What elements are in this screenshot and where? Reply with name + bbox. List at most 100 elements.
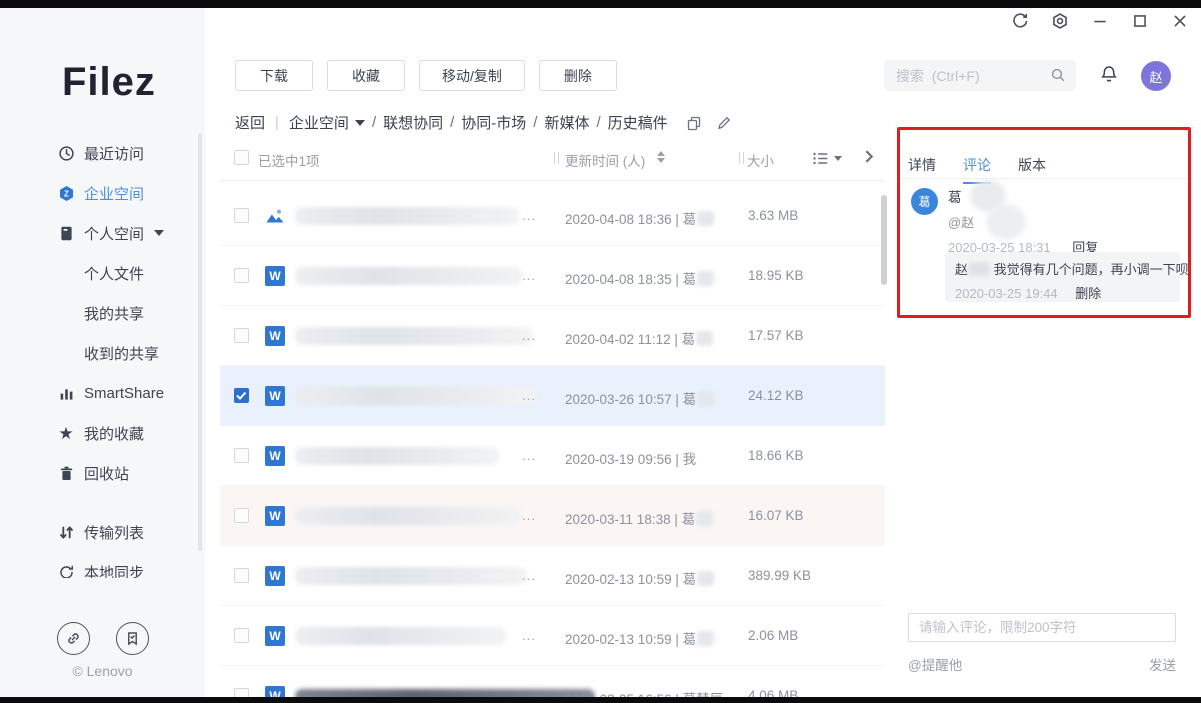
minimize-icon[interactable] bbox=[1091, 12, 1109, 30]
sidebar-item-9[interactable]: 回收站 bbox=[0, 453, 205, 493]
file-list: ...2020-04-08 18:36 | 葛3.63 MBW...2020-0… bbox=[220, 186, 885, 697]
redacted-user-name bbox=[697, 571, 714, 586]
row-checkbox[interactable] bbox=[234, 208, 249, 223]
column-resize-handle[interactable] bbox=[739, 152, 744, 164]
column-header-size[interactable]: 大小 bbox=[747, 150, 774, 170]
sidebar-item-5[interactable]: 我的共享 bbox=[0, 293, 205, 333]
comment-input[interactable] bbox=[908, 613, 1176, 642]
back-link[interactable]: 返回 bbox=[235, 112, 265, 133]
favorite-button[interactable]: 收藏 bbox=[327, 60, 405, 91]
file-row-7[interactable]: W...2020-02-13 10:59 | 葛389.99 KB bbox=[220, 546, 885, 606]
redacted-user-name bbox=[696, 511, 713, 526]
sidebar-item-3[interactable]: 个人空间 bbox=[0, 213, 205, 253]
file-name-ellipsis: ... bbox=[522, 268, 536, 283]
file-name-ellipsis: ... bbox=[522, 448, 536, 463]
mention-someone-button[interactable]: @提醒他 bbox=[908, 654, 962, 674]
sidebar-item-label: 个人文件 bbox=[84, 263, 144, 284]
comment-item: 葛 葛 @赵 2020-03-25 18:31 回复 bbox=[911, 186, 1181, 256]
word-file-icon: W bbox=[265, 386, 285, 406]
sidebar-item-1[interactable]: 最近访问 bbox=[0, 133, 205, 173]
breadcrumb-item-2[interactable]: 协同-市场 bbox=[461, 112, 526, 133]
row-checkbox[interactable] bbox=[234, 268, 249, 283]
move-copy-button[interactable]: 移动/复制 bbox=[419, 60, 525, 91]
share-link-button[interactable] bbox=[57, 622, 90, 655]
file-row-3[interactable]: W...2020-04-02 11:12 | 葛17.57 KB bbox=[220, 306, 885, 366]
send-comment-button[interactable]: 发送 bbox=[1149, 654, 1176, 674]
window-top-border bbox=[0, 0, 1201, 8]
chevron-down-icon[interactable] bbox=[355, 120, 365, 126]
row-checkbox[interactable] bbox=[234, 328, 249, 343]
breadcrumb-item-1[interactable]: 联想协同 bbox=[383, 112, 443, 133]
sidebar-scrollbar[interactable] bbox=[198, 133, 202, 551]
select-all-checkbox[interactable] bbox=[234, 150, 249, 165]
close-icon[interactable] bbox=[1171, 12, 1189, 30]
sidebar-item-7[interactable]: SmartShare bbox=[0, 373, 205, 413]
search-input[interactable] bbox=[884, 60, 1076, 91]
sidebar-item-4[interactable]: 个人文件 bbox=[0, 253, 205, 293]
redacted-file-name bbox=[295, 207, 520, 225]
settings-icon[interactable] bbox=[1051, 12, 1069, 30]
delete-comment-button[interactable]: 删除 bbox=[1075, 286, 1101, 301]
sidebar-item-2[interactable]: Z企业空间 bbox=[0, 173, 205, 213]
redacted-file-name bbox=[295, 689, 595, 697]
clock-icon bbox=[56, 143, 76, 163]
file-row-8[interactable]: W...2020-02-13 10:59 | 葛2.06 MB bbox=[220, 606, 885, 666]
maximize-icon[interactable] bbox=[1131, 12, 1149, 30]
notebook-icon bbox=[56, 223, 76, 243]
sort-toggle[interactable] bbox=[657, 151, 665, 163]
download-button[interactable]: 下载 bbox=[235, 60, 313, 91]
row-checkbox[interactable] bbox=[234, 688, 249, 697]
reply-text: 我觉得有几个问题，再小调一下呗 bbox=[994, 262, 1189, 277]
row-checkbox[interactable] bbox=[234, 388, 249, 403]
word-file-icon: W bbox=[265, 326, 285, 346]
sidebar-item-11[interactable]: 本地同步 bbox=[0, 552, 205, 578]
column-resize-handle[interactable] bbox=[554, 152, 559, 164]
row-checkbox[interactable] bbox=[234, 568, 249, 583]
copy-path-icon[interactable] bbox=[686, 115, 702, 131]
word-file-icon: W bbox=[265, 566, 285, 586]
row-file-size: 389.99 KB bbox=[748, 568, 811, 583]
trash-icon bbox=[56, 463, 76, 483]
chevron-down-icon[interactable] bbox=[154, 230, 164, 236]
tab-versions[interactable]: 版本 bbox=[1018, 155, 1046, 184]
collapse-panel-button[interactable] bbox=[860, 148, 877, 168]
row-checkbox[interactable] bbox=[234, 508, 249, 523]
window-bottom-border bbox=[0, 697, 1201, 703]
sidebar-item-8[interactable]: ★我的收藏 bbox=[0, 413, 205, 453]
refresh-icon[interactable] bbox=[1011, 12, 1029, 30]
comment-mention[interactable]: @赵 bbox=[948, 212, 1181, 231]
reply-mention: 赵 bbox=[955, 262, 968, 277]
tab-details[interactable]: 详情 bbox=[908, 155, 936, 184]
sidebar-item-10[interactable]: 传输列表 bbox=[0, 512, 205, 552]
file-row-2[interactable]: W...2020-04-08 18:35 | 葛18.95 KB bbox=[220, 246, 885, 306]
breadcrumb-root[interactable]: 企业空间 bbox=[289, 112, 349, 133]
row-updated-time: 2020-04-08 18:35 | 葛 bbox=[565, 268, 714, 288]
breadcrumb-item-3[interactable]: 新媒体 bbox=[544, 112, 589, 133]
breadcrumb-item-4[interactable]: 历史稿件 bbox=[608, 112, 668, 133]
file-row-1[interactable]: ...2020-04-08 18:36 | 葛3.63 MB bbox=[220, 186, 885, 246]
row-checkbox[interactable] bbox=[234, 448, 249, 463]
delete-button[interactable]: 删除 bbox=[539, 60, 617, 91]
file-row-4[interactable]: W...2020-03-26 10:57 | 葛24.12 KB bbox=[220, 366, 885, 426]
word-file-icon: W bbox=[265, 686, 285, 697]
breadcrumb-divider: | bbox=[275, 114, 279, 131]
column-header-updated[interactable]: 更新时间 (人) bbox=[565, 150, 645, 170]
star-icon: ★ bbox=[56, 423, 76, 443]
file-row-9[interactable]: W2020-02-05 16:56 | 葛慧辰4.06 MB bbox=[220, 666, 885, 697]
notifications-button[interactable] bbox=[1099, 64, 1119, 86]
user-avatar[interactable]: 赵 bbox=[1141, 61, 1171, 91]
sidebar-item-label: 传输列表 bbox=[84, 522, 144, 543]
titlebar bbox=[205, 8, 1201, 34]
file-row-5[interactable]: W...2020-03-19 09:56 | 我18.66 KB bbox=[220, 426, 885, 486]
search-icon[interactable] bbox=[1050, 67, 1067, 84]
approval-button[interactable] bbox=[116, 622, 149, 655]
file-list-scrollbar[interactable] bbox=[881, 195, 887, 285]
rename-icon[interactable] bbox=[716, 115, 732, 131]
word-file-icon: W bbox=[265, 506, 285, 526]
file-row-6[interactable]: W...2020-03-11 18:38 | 葛16.07 KB bbox=[220, 486, 885, 546]
file-list-header: 已选中1项 更新时间 (人) 大小 bbox=[220, 150, 885, 180]
view-mode-toggle[interactable] bbox=[812, 150, 842, 167]
row-checkbox[interactable] bbox=[234, 628, 249, 643]
row-file-size: 18.66 KB bbox=[748, 448, 804, 463]
sidebar-item-6[interactable]: 收到的共享 bbox=[0, 333, 205, 373]
